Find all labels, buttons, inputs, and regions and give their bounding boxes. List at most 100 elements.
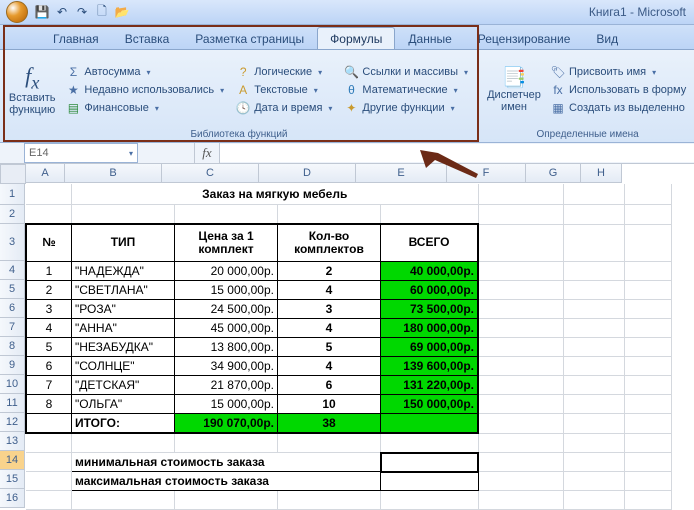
cell-D12[interactable]: 38 bbox=[278, 414, 381, 434]
cell-G15[interactable] bbox=[564, 472, 625, 491]
cell-H15[interactable] bbox=[625, 472, 672, 491]
cell-C3[interactable]: Цена за 1 комплект bbox=[175, 224, 278, 262]
cell-G13[interactable] bbox=[564, 433, 625, 453]
cell-H5[interactable] bbox=[625, 281, 672, 300]
new-icon[interactable]: 🗋 bbox=[94, 4, 110, 20]
cell-A8[interactable]: 5 bbox=[26, 338, 72, 357]
cell-E15[interactable] bbox=[381, 472, 479, 491]
cell-H16[interactable] bbox=[625, 491, 672, 510]
cell-B13[interactable] bbox=[72, 433, 175, 453]
column-header-D[interactable]: D bbox=[259, 164, 356, 183]
cell-F10[interactable] bbox=[478, 376, 564, 395]
row-header-4[interactable]: 4 bbox=[0, 261, 25, 280]
cell-F4[interactable] bbox=[478, 262, 564, 281]
save-icon[interactable]: 💾 bbox=[34, 4, 50, 20]
cell-C8[interactable]: 13 800,00р. bbox=[175, 338, 278, 357]
cell-H4[interactable] bbox=[625, 262, 672, 281]
cell-B12[interactable]: ИТОГО: bbox=[72, 414, 175, 434]
cell-G14[interactable] bbox=[564, 453, 625, 472]
cell-H3[interactable] bbox=[625, 224, 672, 262]
cell-C16[interactable] bbox=[175, 491, 278, 510]
cell-G7[interactable] bbox=[564, 319, 625, 338]
cell-D10[interactable]: 6 bbox=[278, 376, 381, 395]
cell-H12[interactable] bbox=[625, 414, 672, 434]
cell-E16[interactable] bbox=[381, 491, 479, 510]
cell-A11[interactable]: 8 bbox=[26, 395, 72, 414]
recently-used-button[interactable]: ★Недавно использовались▾ bbox=[62, 81, 228, 99]
cell-C6[interactable]: 24 500,00р. bbox=[175, 300, 278, 319]
cell-F16[interactable] bbox=[478, 491, 564, 510]
cell-A7[interactable]: 4 bbox=[26, 319, 72, 338]
cell-F11[interactable] bbox=[478, 395, 564, 414]
cell-C2[interactable] bbox=[175, 205, 278, 225]
cell-F15[interactable] bbox=[478, 472, 564, 491]
cell-A13[interactable] bbox=[26, 433, 72, 453]
cell-C11[interactable]: 15 000,00р. bbox=[175, 395, 278, 414]
cell-A6[interactable]: 3 bbox=[26, 300, 72, 319]
cell-G1[interactable] bbox=[564, 184, 625, 205]
row-header-9[interactable]: 9 bbox=[0, 356, 25, 375]
lookup-button[interactable]: 🔍Ссылки и массивы▾ bbox=[340, 63, 472, 81]
cell-D2[interactable] bbox=[278, 205, 381, 225]
tab-review[interactable]: Рецензирование bbox=[465, 27, 584, 49]
fx-button[interactable]: fx bbox=[194, 143, 220, 163]
cell-D4[interactable]: 2 bbox=[278, 262, 381, 281]
cell-C12[interactable]: 190 070,00р. bbox=[175, 414, 278, 434]
cell-D8[interactable]: 5 bbox=[278, 338, 381, 357]
cell-E10[interactable]: 131 220,00р. bbox=[381, 376, 479, 395]
cell-A2[interactable] bbox=[26, 205, 72, 225]
cell-G4[interactable] bbox=[564, 262, 625, 281]
cell-F9[interactable] bbox=[478, 357, 564, 376]
cell-G8[interactable] bbox=[564, 338, 625, 357]
cell-B5[interactable]: "СВЕТЛАНА" bbox=[72, 281, 175, 300]
cell-E4[interactable]: 40 000,00р. bbox=[381, 262, 479, 281]
more-functions-button[interactable]: ✦Другие функции▾ bbox=[340, 99, 472, 117]
row-header-12[interactable]: 12 bbox=[0, 413, 25, 432]
cell-E5[interactable]: 60 000,00р. bbox=[381, 281, 479, 300]
cell-E3[interactable]: ВСЕГО bbox=[381, 224, 479, 262]
cell-E14[interactable] bbox=[381, 453, 479, 472]
cell-D3[interactable]: Кол-во комплектов bbox=[278, 224, 381, 262]
cell-G6[interactable] bbox=[564, 300, 625, 319]
row-header-6[interactable]: 6 bbox=[0, 299, 25, 318]
spreadsheet-grid[interactable]: ABCDEFGH 12345678910111213141516 Заказ н… bbox=[0, 164, 694, 510]
cell-B16[interactable] bbox=[72, 491, 175, 510]
cell-A14[interactable] bbox=[26, 453, 72, 472]
cell-A1[interactable] bbox=[26, 184, 72, 205]
cell-B14[interactable]: минимальная стоимость заказа bbox=[72, 453, 381, 472]
cell-F14[interactable] bbox=[478, 453, 564, 472]
cell-E7[interactable]: 180 000,00р. bbox=[381, 319, 479, 338]
cell-H1[interactable] bbox=[625, 184, 672, 205]
cell-D16[interactable] bbox=[278, 491, 381, 510]
name-manager-button[interactable]: 📑 Диспетчер имен bbox=[485, 52, 543, 128]
tab-view[interactable]: Вид bbox=[583, 27, 631, 49]
insert-function-button[interactable]: fx Вставить функцию bbox=[6, 52, 58, 128]
cell-A3[interactable]: № bbox=[26, 224, 72, 262]
cell-G10[interactable] bbox=[564, 376, 625, 395]
cell-C7[interactable]: 45 000,00р. bbox=[175, 319, 278, 338]
cell-D6[interactable]: 3 bbox=[278, 300, 381, 319]
cell-B6[interactable]: "РОЗА" bbox=[72, 300, 175, 319]
cell-H7[interactable] bbox=[625, 319, 672, 338]
cell-F5[interactable] bbox=[478, 281, 564, 300]
cell-E2[interactable] bbox=[381, 205, 479, 225]
open-icon[interactable]: 📂 bbox=[114, 4, 130, 20]
select-all-corner[interactable] bbox=[0, 164, 26, 184]
cell-D9[interactable]: 4 bbox=[278, 357, 381, 376]
cell-C5[interactable]: 15 000,00р. bbox=[175, 281, 278, 300]
row-header-10[interactable]: 10 bbox=[0, 375, 25, 394]
cell-A12[interactable] bbox=[26, 414, 72, 434]
column-header-C[interactable]: C bbox=[162, 164, 259, 183]
cell-G12[interactable] bbox=[564, 414, 625, 434]
row-header-14[interactable]: 14 bbox=[0, 451, 25, 470]
cell-B2[interactable] bbox=[72, 205, 175, 225]
cell-H11[interactable] bbox=[625, 395, 672, 414]
cell-B3[interactable]: ТИП bbox=[72, 224, 175, 262]
cell-D7[interactable]: 4 bbox=[278, 319, 381, 338]
cell-H14[interactable] bbox=[625, 453, 672, 472]
cell-E11[interactable]: 150 000,00р. bbox=[381, 395, 479, 414]
cell-H8[interactable] bbox=[625, 338, 672, 357]
tab-data[interactable]: Данные bbox=[395, 27, 464, 49]
cell-C10[interactable]: 21 870,00р. bbox=[175, 376, 278, 395]
cell-B11[interactable]: "ОЛЬГА" bbox=[72, 395, 175, 414]
